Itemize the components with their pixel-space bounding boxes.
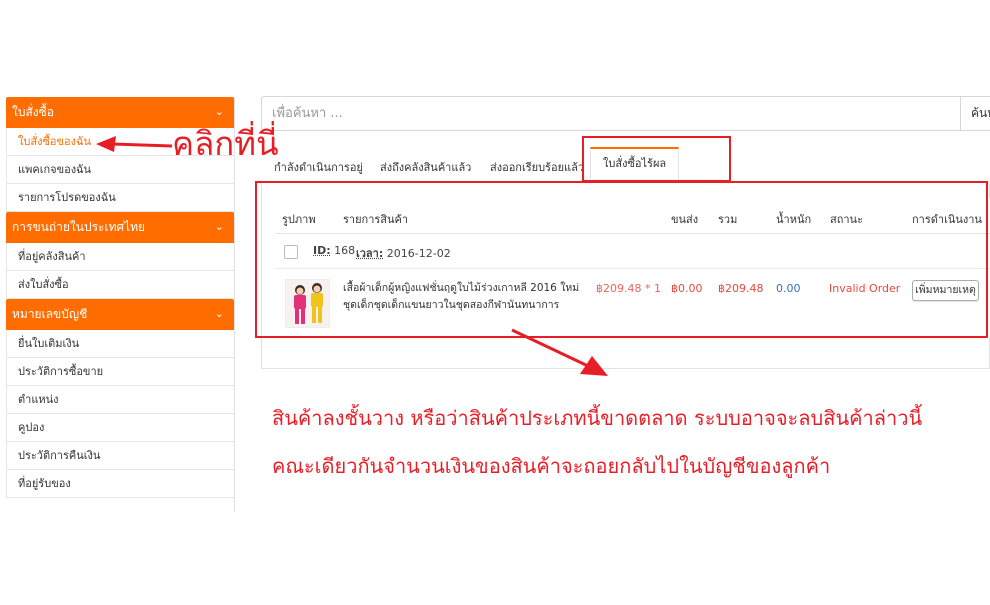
annotation-note-line-2: คณะเดียวกันจำนวนเงินของสินค้าจะถอยกลับไป… — [272, 454, 831, 478]
annotation-note-line-1: สินค้าลงชั้นวาง หรือว่าสินค้าประเภทนี้ขา… — [272, 406, 923, 430]
annotation-arrows — [96, 136, 608, 376]
annotation-click-here: คลิกที่นี่ — [172, 124, 279, 163]
